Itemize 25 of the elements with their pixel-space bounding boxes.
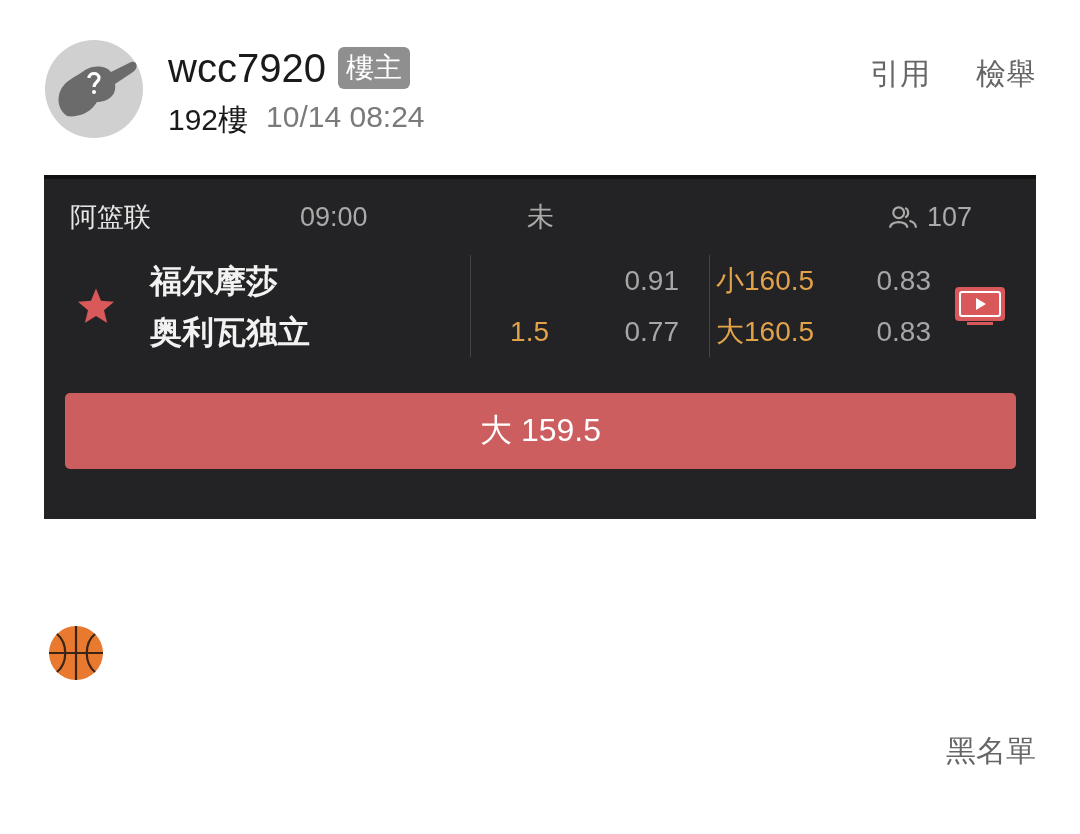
- video-icon[interactable]: [955, 287, 1005, 325]
- total-line: 小160.5: [716, 263, 816, 298]
- match-status: 未: [527, 201, 555, 234]
- blacklist-link[interactable]: 黑名單: [946, 731, 1036, 772]
- viewer-count: 107: [926, 201, 972, 233]
- odds-value[interactable]: 0.83: [876, 255, 931, 306]
- action-link[interactable]: 引用: [870, 54, 930, 95]
- team-name: 奥利瓦独立: [149, 312, 311, 352]
- people-icon: [888, 205, 917, 229]
- floor-number: 192樓: [168, 102, 249, 138]
- match-time: 09:00: [300, 201, 369, 233]
- odds-value[interactable]: 0.77: [624, 306, 679, 357]
- action-link[interactable]: 檢舉: [976, 54, 1036, 95]
- avatar-icon[interactable]: [45, 40, 143, 138]
- username[interactable]: wcc7920: [168, 45, 326, 91]
- total-line: 大160.5: [716, 314, 816, 349]
- odds-value[interactable]: 0.83: [876, 306, 931, 357]
- league-name: 阿篮联: [70, 201, 152, 234]
- team-name: 福尔摩莎: [148, 261, 279, 301]
- odds-value[interactable]: 0.91: [624, 255, 679, 306]
- author-badge: 樓主: [337, 47, 410, 89]
- basketball-icon: [48, 625, 104, 681]
- post-time: 10/14 08:24: [266, 100, 425, 135]
- handicap-value: 1.5: [510, 314, 549, 349]
- bet-button[interactable]: 大 159.5: [65, 393, 1016, 469]
